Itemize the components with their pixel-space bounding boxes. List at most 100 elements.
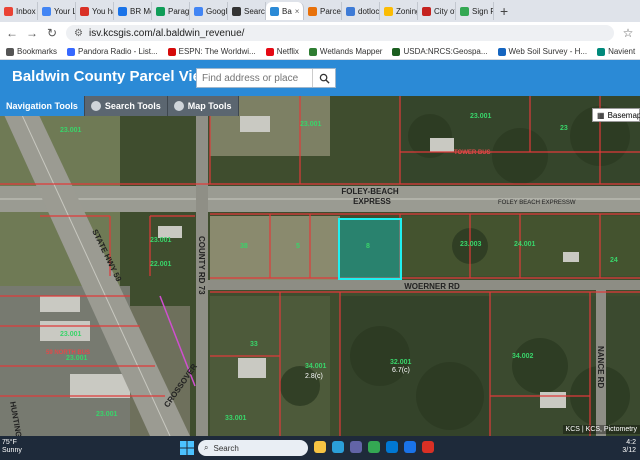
browser-tab[interactable]: dotloc×: [342, 2, 380, 20]
system-tray[interactable]: 4:2 3/12: [622, 439, 636, 455]
tool-tab[interactable]: Search Tools: [84, 96, 168, 116]
tool-tab-label: Navigation Tools: [6, 101, 78, 111]
bookmark-item[interactable]: USDA:NRCS:Geospa...: [392, 47, 488, 56]
bookmark-item[interactable]: Navient: [597, 47, 635, 56]
tab-favicon-icon: [270, 6, 279, 16]
browser-tab[interactable]: You ha×: [76, 2, 114, 20]
tab-favicon-icon: [308, 6, 317, 16]
browser-tab[interactable]: Sign Fr×: [456, 2, 494, 20]
taskbar-search[interactable]: ⌕ Search: [198, 440, 308, 456]
basemaps-icon: ▦: [597, 110, 605, 120]
bookmark-icon: [67, 47, 76, 56]
tab-label: Ba: [282, 6, 292, 16]
svg-text:23.001: 23.001: [66, 355, 88, 362]
reload-icon[interactable]: ↻: [46, 26, 58, 40]
map-attribution: KCS | KCS, Pictometry: [562, 425, 640, 434]
star-icon[interactable]: ☆: [622, 26, 634, 40]
new-tab-icon[interactable]: +: [494, 3, 514, 19]
road-label-foley-beach-exp: FOLEY BEACH EXPRESSW: [498, 200, 576, 206]
tab-label: Parago: [168, 6, 190, 16]
clock-date: 3/12: [622, 447, 636, 454]
browser-tab[interactable]: Googl×: [190, 2, 228, 20]
bookmark-icon: [597, 47, 606, 56]
tab-label: Sign Fr: [472, 6, 493, 16]
windows-start-icon[interactable]: [180, 441, 194, 455]
svg-text:23.001: 23.001: [150, 237, 172, 244]
teams-icon[interactable]: [350, 441, 362, 453]
edge-icon[interactable]: [332, 441, 344, 453]
browser-tab[interactable]: Parcel×: [304, 2, 342, 20]
bookmark-label: USDA:NRCS:Geospa...: [403, 47, 488, 56]
svg-text:34.001: 34.001: [305, 363, 327, 370]
basemaps-button[interactable]: ▦ Basemaps: [592, 108, 640, 122]
svg-text:24: 24: [610, 257, 618, 264]
search-button[interactable]: [312, 69, 335, 87]
aerial-map[interactable]: 23.001 23.001 23.001 23 23.003 23.001 38 5 8 2…: [0, 96, 640, 436]
acreage-label: 6.7(c): [392, 367, 410, 374]
bookmark-icon: [265, 47, 274, 56]
tab-favicon-icon: [4, 6, 13, 16]
tab-label: Inbox: [16, 6, 36, 16]
tool-tab[interactable]: Map Tools: [167, 96, 239, 116]
tool-tab[interactable]: Navigation Tools: [0, 96, 85, 116]
svg-text:23.001: 23.001: [96, 411, 118, 418]
bookmark-label: Pandora Radio - List...: [78, 47, 158, 56]
browser-tab[interactable]: Zoning×: [380, 2, 418, 20]
basemaps-label: Basemaps: [607, 110, 640, 120]
browser-tab[interactable]: BR Me×: [114, 2, 152, 20]
bookmark-item[interactable]: Web Soil Survey - H...: [497, 47, 587, 56]
bookmark-item[interactable]: Pandora Radio - List...: [67, 47, 158, 56]
bookmark-icon: [6, 47, 14, 56]
svg-text:33: 33: [250, 341, 258, 348]
browser-tab[interactable]: Parago×: [152, 2, 190, 20]
mail-icon[interactable]: [404, 441, 416, 453]
tab-favicon-icon: [156, 6, 165, 16]
browser-tab[interactable]: Search×: [228, 2, 266, 20]
file-explorer-icon[interactable]: [314, 441, 326, 453]
bookmark-label: Wetlands Mapper: [319, 47, 383, 56]
bookmark-icon: [308, 47, 317, 56]
browser-toolbar: ← → ↻ ⚙ isv.kcsgis.com/al.baldwin_revenu…: [0, 22, 640, 44]
svg-text:24.001: 24.001: [514, 241, 536, 248]
tab-label: Zoning: [396, 6, 417, 16]
tools-bar: Navigation Tools Search Tools Map Tools: [0, 96, 239, 116]
bookmark-item[interactable]: Bookmarks: [6, 47, 57, 56]
search-icon: [319, 73, 330, 84]
search-icon: ⌕: [204, 443, 209, 452]
clock-time: 4:2: [626, 439, 636, 446]
tab-close-icon[interactable]: ×: [295, 7, 300, 16]
bookmark-item[interactable]: ESPN: The Worldwi...: [167, 47, 256, 56]
browser-tab[interactable]: Inbox×: [0, 2, 38, 20]
browser-tab[interactable]: City of×: [418, 2, 456, 20]
map-view[interactable]: 23.001 23.001 23.001 23 23.003 23.001 38 5 8 2…: [0, 96, 640, 436]
svg-text:23.001: 23.001: [60, 331, 82, 338]
svg-text:33.001: 33.001: [225, 415, 247, 422]
tab-label: City of: [434, 6, 456, 16]
bookmark-item[interactable]: Wetlands Mapper: [308, 47, 383, 56]
tab-favicon-icon: [346, 6, 355, 16]
chrome-icon[interactable]: [368, 441, 380, 453]
tab-favicon-icon: [460, 6, 469, 16]
address-search-input[interactable]: [197, 72, 312, 84]
tab-label: dotloc: [358, 6, 380, 16]
store-icon[interactable]: [386, 441, 398, 453]
security-icon[interactable]: [422, 441, 434, 453]
tool-tab-label: Map Tools: [187, 101, 232, 111]
tool-tab-label: Search Tools: [104, 101, 161, 111]
forward-icon[interactable]: →: [26, 26, 38, 40]
site-info-icon[interactable]: ⚙: [74, 28, 83, 39]
bookmark-item[interactable]: Netflix: [265, 47, 299, 56]
svg-text:22.001: 22.001: [150, 261, 172, 268]
bookmarks-bar: Bookmarks Pandora Radio - List... ESPN: Th…: [0, 44, 640, 60]
browser-tab[interactable]: Your L×: [38, 2, 76, 20]
address-bar[interactable]: ⚙ isv.kcsgis.com/al.baldwin_revenue/: [66, 25, 614, 41]
weather-temp: 75°F: [2, 439, 17, 446]
svg-text:8: 8: [366, 243, 370, 250]
browser-tab[interactable]: Ba ×: [266, 2, 304, 20]
road-label-tower-bus: TOWER BUS: [454, 150, 491, 156]
acreage-label-2: 2.8(c): [305, 373, 323, 380]
selected-parcel[interactable]: [338, 218, 402, 280]
svg-text:23: 23: [560, 125, 568, 132]
weather-widget[interactable]: 75°F Sunny: [2, 439, 22, 455]
back-icon[interactable]: ←: [6, 26, 18, 40]
